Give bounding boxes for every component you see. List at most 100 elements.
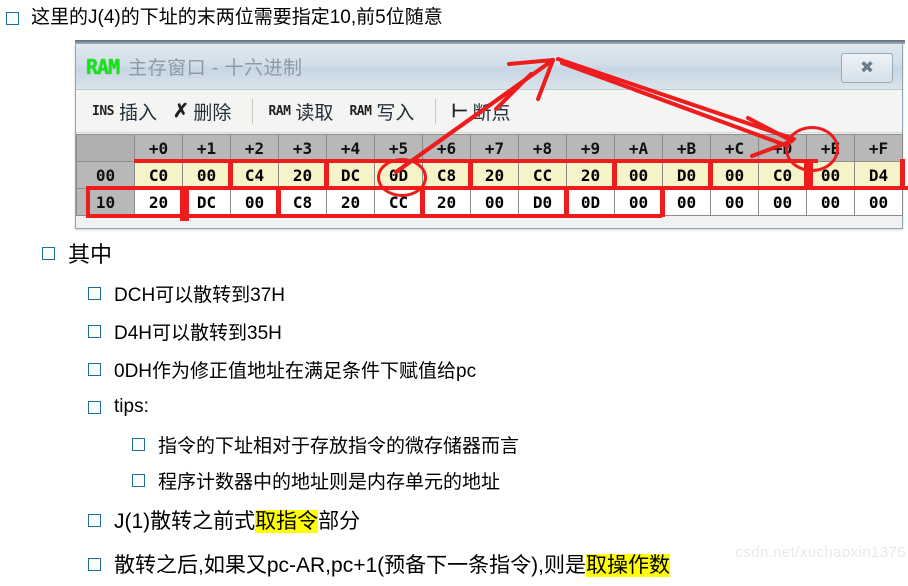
- hex-col-header-8: +8: [518, 134, 567, 162]
- hex-cell-10-11[interactable]: 00: [662, 188, 711, 216]
- list-item-label: 其中: [68, 242, 113, 267]
- checkbox-icon: [132, 437, 145, 451]
- toolbar-button-delete[interactable]: ✗ 删除: [169, 96, 241, 127]
- hex-corner-cell: [76, 134, 135, 162]
- list-item: DCH可以散转到37H: [0, 274, 908, 312]
- hex-cell-00-7[interactable]: 20: [470, 161, 519, 189]
- hex-cell-00-13[interactable]: C0: [758, 161, 807, 189]
- hex-row-address-00: 00: [76, 161, 135, 189]
- hex-cell-10-1[interactable]: DC: [182, 188, 231, 216]
- hex-col-header-4: +4: [326, 134, 375, 162]
- checkbox-icon: [132, 473, 145, 487]
- toolbar-separator: [252, 98, 254, 124]
- hex-memory-grid: +0 +1 +2 +3 +4 +5 +6 +7 +8 +9 +A +B +C +…: [76, 134, 903, 216]
- hex-cell-00-5[interactable]: 0D: [374, 161, 423, 189]
- ram-write-icon: RAM: [349, 103, 372, 119]
- hex-row-00: 00 C0 00 C4 20 DC 0D C8 20 CC 20 00 D0 0…: [76, 161, 903, 189]
- hex-cell-00-4[interactable]: DC: [326, 161, 375, 189]
- hex-cell-10-5[interactable]: CC: [374, 188, 423, 216]
- hex-col-header-2: +2: [230, 134, 279, 162]
- hex-cell-10-12[interactable]: 00: [710, 188, 759, 216]
- bullet-list: 其中 DCH可以散转到37H D4H可以散转到35H 0DH作为修正值地址在满足…: [0, 232, 908, 586]
- hex-cell-10-15[interactable]: 00: [854, 188, 903, 216]
- toolbar-button-read[interactable]: RAM 读取: [264, 96, 343, 127]
- toolbar-button-breakpoint[interactable]: ⊢ 断点: [447, 96, 520, 127]
- highlighted-phrase: 取指令: [255, 510, 319, 533]
- list-item-label: 程序计数器中的地址则是内存单元的地址: [158, 471, 501, 493]
- headline-text: 这里的J(4)的下址的末两位需要指定10,前5位随意: [31, 7, 443, 28]
- hex-cell-10-4[interactable]: 20: [326, 188, 375, 216]
- checkbox-icon: [88, 513, 101, 527]
- hex-col-header-12: +C: [710, 134, 759, 162]
- hex-cell-00-8[interactable]: CC: [518, 161, 567, 189]
- list-item-label: DCH可以散转到37H: [114, 284, 286, 306]
- list-item-label: J(1)散转之前式: [114, 510, 256, 533]
- hex-table: +0 +1 +2 +3 +4 +5 +6 +7 +8 +9 +A +B +C +…: [76, 134, 903, 216]
- checkbox-icon: [88, 362, 101, 376]
- hex-col-header-0: +0: [134, 134, 183, 162]
- hex-cell-00-11[interactable]: D0: [662, 161, 711, 189]
- list-item-label-tail: 部分: [318, 510, 361, 533]
- ram-logo-icon: RAM: [86, 54, 120, 79]
- hex-col-header-3: +3: [278, 134, 327, 162]
- hex-cell-00-1[interactable]: 00: [182, 161, 231, 189]
- toolbar-separator: [435, 98, 437, 124]
- list-item-label: 指令的下址相对于存放指令的微存储器而言: [158, 435, 520, 457]
- list-item-label: D4H可以散转到35H: [114, 322, 282, 344]
- hex-row-10: 10 20 DC 00 C8 20 CC 20 00 D0 0D 00 00 0…: [76, 188, 903, 216]
- list-item-label: 0DH作为修正值地址在满足条件下赋值给pc: [114, 360, 477, 382]
- checkbox-icon: [88, 324, 101, 338]
- hex-cell-10-10[interactable]: 00: [614, 188, 663, 216]
- checkbox-icon: [88, 286, 101, 300]
- close-button[interactable]: ✖: [841, 53, 893, 83]
- hex-cell-10-8[interactable]: D0: [518, 188, 567, 216]
- checkbox-icon: [42, 246, 55, 260]
- toolbar-button-write[interactable]: RAM 写入: [345, 96, 424, 127]
- hex-cell-10-0[interactable]: 20: [134, 188, 183, 216]
- delete-cross-icon: ✗: [173, 100, 189, 122]
- toolbar-label-read: 读取: [295, 102, 334, 124]
- list-item: 其中: [0, 232, 908, 274]
- hex-cell-00-9[interactable]: 20: [566, 161, 615, 189]
- checkbox-icon: [6, 11, 19, 25]
- hex-col-header-11: +B: [662, 134, 711, 162]
- toolbar-label-delete: 删除: [193, 102, 232, 124]
- list-item: 程序计数器中的地址则是内存单元的地址: [0, 462, 908, 498]
- hex-cell-10-2[interactable]: 00: [230, 188, 279, 216]
- hex-cell-00-3[interactable]: 20: [278, 161, 327, 189]
- list-item: 0DH作为修正值地址在满足条件下赋值给pc: [0, 350, 908, 388]
- hex-cell-00-10[interactable]: 00: [614, 161, 663, 189]
- hex-cell-00-14[interactable]: 00: [806, 161, 855, 189]
- checkbox-icon: [88, 400, 101, 414]
- hex-cell-10-14[interactable]: 00: [806, 188, 855, 216]
- hex-row-address-10: 10: [76, 188, 135, 216]
- hex-col-header-5: +5: [374, 134, 423, 162]
- hex-cell-10-9[interactable]: 0D: [566, 188, 615, 216]
- hex-col-header-14: +E: [806, 134, 855, 162]
- list-item-label: tips:: [114, 396, 149, 417]
- hex-cell-10-6[interactable]: 20: [422, 188, 471, 216]
- toolbar-label-insert: 插入: [118, 102, 157, 124]
- window-title-bar: RAM 主存窗口 - 十六进制 ✖: [76, 44, 902, 90]
- hex-header-row: +0 +1 +2 +3 +4 +5 +6 +7 +8 +9 +A +B +C +…: [76, 134, 903, 162]
- toolbar-button-insert[interactable]: INS 插入: [88, 96, 167, 127]
- hex-col-header-1: +1: [182, 134, 231, 162]
- hex-cell-10-3[interactable]: C8: [278, 188, 327, 216]
- window-toolbar: INS 插入 ✗ 删除 RAM 读取 RAM 写入 ⊢ 断点: [76, 90, 902, 133]
- hex-col-header-9: +9: [566, 134, 615, 162]
- hex-cell-00-12[interactable]: 00: [710, 161, 759, 189]
- highlighted-phrase: 取操作数: [585, 554, 670, 577]
- hex-col-header-6: +6: [422, 134, 471, 162]
- hex-cell-00-0[interactable]: C0: [134, 161, 183, 189]
- hex-col-header-10: +A: [614, 134, 663, 162]
- hex-cell-10-7[interactable]: 00: [470, 188, 519, 216]
- hex-col-header-15: +F: [854, 134, 903, 162]
- hex-cell-00-2[interactable]: C4: [230, 161, 279, 189]
- hex-cell-00-15[interactable]: D4: [854, 161, 903, 189]
- ram-read-icon: RAM: [268, 103, 291, 119]
- list-item: 指令的下址相对于存放指令的微存储器而言: [0, 426, 908, 462]
- hex-cell-10-13[interactable]: 00: [758, 188, 807, 216]
- hex-col-header-7: +7: [470, 134, 519, 162]
- hex-col-header-13: +D: [758, 134, 807, 162]
- hex-cell-00-6[interactable]: C8: [422, 161, 471, 189]
